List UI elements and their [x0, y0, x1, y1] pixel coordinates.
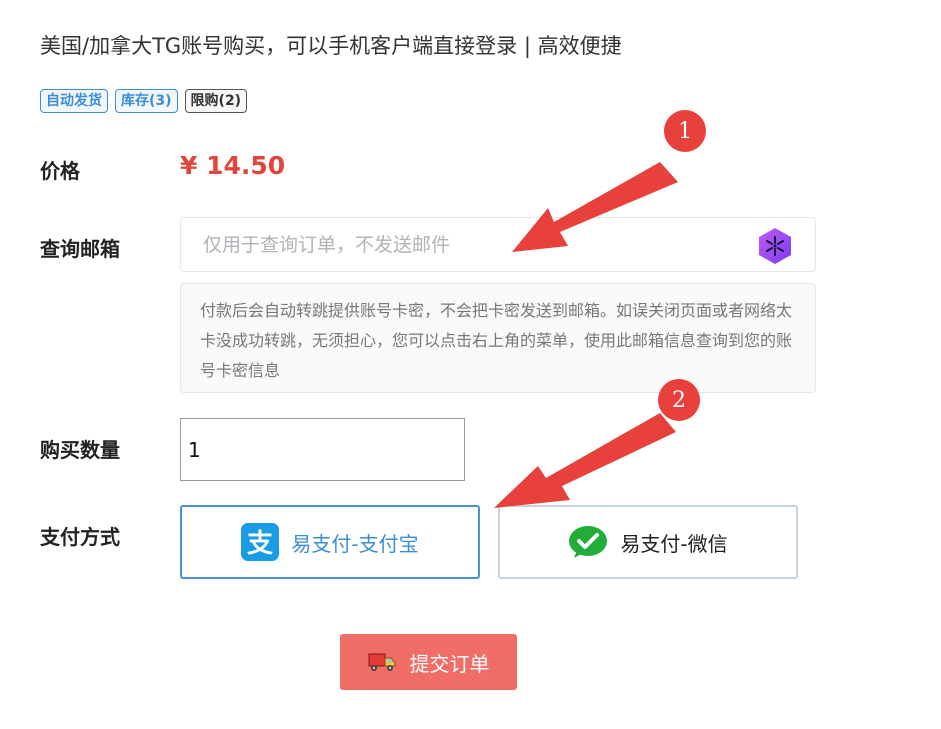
product-title: 美国/加拿大TG账号购买，可以手机客户端直接登录 | 高效便捷 — [40, 34, 622, 58]
quantity-input[interactable] — [180, 418, 465, 481]
alipay-icon: 支 — [241, 523, 280, 561]
password-manager-extension-icon[interactable] — [757, 227, 793, 265]
payment-option-wechat[interactable]: 易支付-微信 — [498, 505, 798, 579]
payment-option-alipay-label: 易支付-支付宝 — [291, 531, 419, 556]
badge-row: 自动发货 库存(3) 限购(2) — [40, 89, 248, 113]
payment-option-alipay[interactable]: 支 易支付-支付宝 — [180, 505, 480, 579]
quantity-label: 购买数量 — [40, 438, 120, 462]
svg-text:支: 支 — [247, 529, 273, 559]
purchase-limit-badge: 限购(2) — [184, 89, 248, 113]
price-label: 价格 — [40, 159, 80, 183]
submit-order-button[interactable]: 提交订单 — [340, 634, 517, 690]
annotation-arrow-2 — [494, 413, 676, 508]
price-value: ¥ 14.50 — [180, 151, 286, 180]
stock-badge: 库存(3) — [115, 89, 178, 113]
submit-order-label: 提交订单 — [409, 651, 490, 676]
auto-delivery-badge: 自动发货 — [40, 89, 108, 113]
wechat-pay-icon — [569, 526, 608, 558]
payment-option-wechat-label: 易支付-微信 — [620, 531, 728, 556]
email-input[interactable] — [181, 218, 763, 271]
annotation-marker-1: 1 — [664, 110, 706, 152]
email-label: 查询邮箱 — [40, 237, 120, 261]
payment-label: 支付方式 — [40, 525, 120, 549]
email-notice: 付款后会自动转跳提供账号卡密，不会把卡密发送到邮箱。如误关闭页面或者网络太卡没成… — [180, 283, 816, 393]
annotation-marker-2: 2 — [658, 379, 700, 421]
email-field-wrapper — [180, 217, 816, 272]
checkout-page: 美国/加拿大TG账号购买，可以手机客户端直接登录 | 高效便捷 自动发货 库存(… — [0, 0, 941, 729]
delivery-truck-icon — [368, 653, 395, 671]
